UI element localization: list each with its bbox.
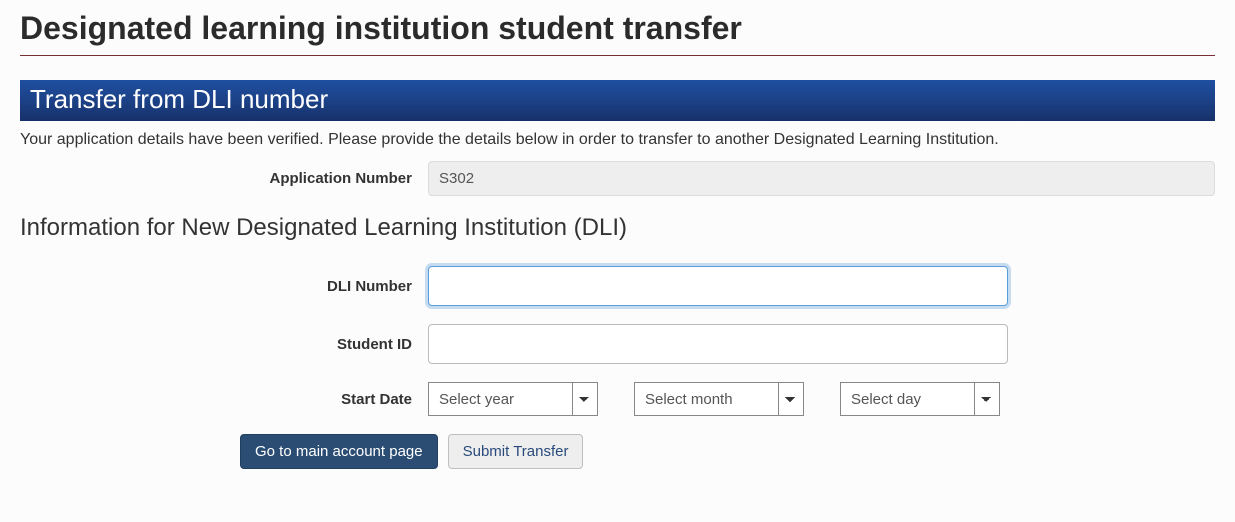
application-number-value: S302	[428, 161, 1215, 196]
label-student-id: Student ID	[20, 336, 428, 353]
start-date-year-select[interactable]: Select year	[428, 382, 598, 416]
start-date-day-select[interactable]: Select day	[840, 382, 1000, 416]
start-date-month-select[interactable]: Select month	[634, 382, 804, 416]
row-application-number: Application Number S302	[20, 161, 1215, 196]
subsection-new-dli-heading: Information for New Designated Learning …	[20, 214, 1215, 242]
label-dli-number: DLI Number	[20, 278, 428, 295]
section-header-transfer-from: Transfer from DLI number	[20, 80, 1215, 121]
label-start-date: Start Date	[20, 391, 428, 408]
start-date-selects: Select year Select month Select day	[428, 382, 1000, 416]
row-start-date: Start Date Select year Select month Sele…	[20, 382, 1215, 416]
label-application-number: Application Number	[20, 170, 428, 187]
instruction-text: Your application details have been verif…	[20, 131, 1215, 149]
row-student-id: Student ID	[20, 324, 1215, 364]
row-dli-number: DLI Number	[20, 266, 1215, 306]
student-id-input[interactable]	[428, 324, 1008, 364]
dli-number-input[interactable]	[428, 266, 1008, 306]
go-to-main-account-button[interactable]: Go to main account page	[240, 434, 438, 469]
page-title: Designated learning institution student …	[20, 10, 1215, 56]
submit-transfer-button[interactable]: Submit Transfer	[448, 434, 584, 469]
button-row: Go to main account page Submit Transfer	[240, 434, 1215, 469]
